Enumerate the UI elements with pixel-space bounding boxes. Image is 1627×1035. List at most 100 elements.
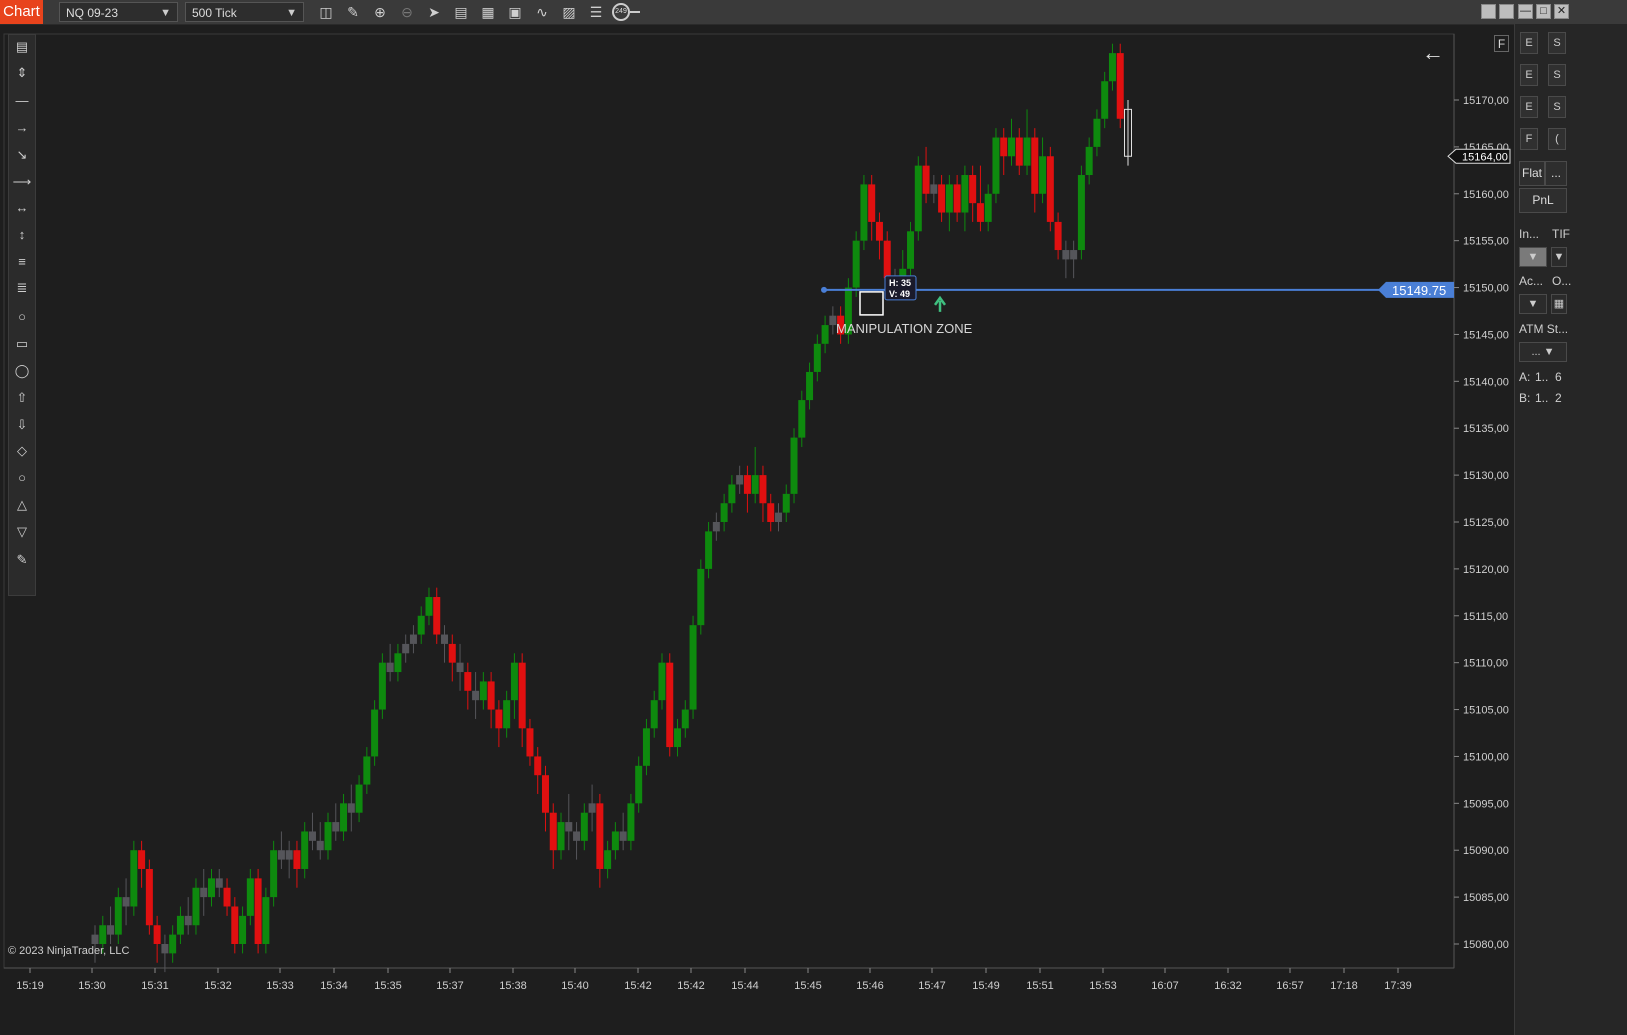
position-more-button[interactable]: ... [1545,161,1567,186]
line-price-label: 15149.75 [1392,283,1446,298]
pointer-icon[interactable]: ➤ [426,4,442,20]
candle-body [192,887,200,926]
candle-body [441,634,449,644]
candle-body [635,765,643,804]
quick-button-7[interactable]: F [1520,128,1538,150]
candle [666,653,674,757]
candle [541,765,549,832]
candle [596,793,604,888]
chart-trader-icon[interactable]: 249 [612,3,630,21]
candle [705,522,713,579]
candle-body [728,484,736,504]
interval-select[interactable]: 500 Tick ▼ [185,2,304,22]
maximize-icon[interactable]: □ [1536,4,1551,19]
back-arrow-icon[interactable]: ← [1422,40,1444,66]
candle-body [681,709,689,729]
candle [262,887,270,954]
candle-body [604,850,612,869]
candle-body [1085,146,1093,176]
candle-body [875,221,883,241]
candle-body [99,925,107,944]
instrument-select[interactable]: NQ 09-23 ▼ [59,2,178,22]
candle [697,559,705,635]
candle-body [883,240,891,279]
x-tick-label: 17:18 [1330,980,1358,992]
candle [223,878,231,916]
quick-button-1[interactable]: E [1520,32,1538,54]
x-tick-label: 15:46 [856,980,884,992]
strategies-icon[interactable]: ▨ [561,4,577,20]
candle-body [930,184,938,194]
pencil-icon[interactable]: ✎ [345,4,361,20]
candle [409,625,417,654]
properties-icon[interactable]: ▣ [507,4,523,20]
template-icon[interactable]: ▦ [480,4,496,20]
window-tile-icon[interactable] [1481,4,1496,19]
candle-body [456,662,464,673]
candle-body [1077,175,1085,251]
candle-body [433,597,441,635]
candle-body [689,625,697,710]
quick-button-6[interactable]: S [1548,96,1566,118]
zoom-out-icon[interactable]: ⊖ [399,4,415,20]
candle [976,165,984,232]
instrument-dropdown[interactable]: ▼ [1519,247,1547,267]
bid-count: 2 [1555,391,1562,405]
tif-dropdown[interactable]: ▼ [1551,247,1567,267]
candle-body [580,812,588,841]
atm-dropdown[interactable]: ... ▼ [1519,342,1567,362]
window-tile2-icon[interactable] [1499,4,1514,19]
x-tick-label: 15:44 [731,980,759,992]
candle [611,822,619,860]
candle-body [557,822,565,851]
zoom-in-icon[interactable]: ⊕ [372,4,388,20]
quick-button-4[interactable]: S [1548,64,1566,86]
calculator-icon[interactable]: ▦ [1551,294,1567,314]
indicators-icon[interactable]: ∿ [534,4,550,20]
minimize-icon[interactable]: — [1518,4,1533,19]
price-chart[interactable]: 15170,0015165,0015160,0015155,0015150,00… [0,24,1514,1035]
x-tick-label: 15:53 [1089,980,1117,992]
measure-box[interactable] [859,291,884,316]
candle-body [984,193,992,222]
candle-body [712,522,720,532]
candle [1039,137,1047,204]
quick-button-3[interactable]: E [1520,64,1538,86]
candle-body [922,165,930,194]
quick-button-2[interactable]: S [1548,32,1566,54]
account-dropdown[interactable]: ▼ [1519,294,1547,314]
f-button[interactable]: F [1494,35,1509,52]
candle-body [285,850,293,860]
candle-body [184,915,192,926]
candle [231,897,239,954]
candle-body [138,850,146,869]
data-box-icon[interactable]: ▤ [453,4,469,20]
candle [674,718,682,757]
candle [689,615,697,719]
candle [743,465,751,513]
close-icon[interactable]: ✕ [1554,4,1569,19]
arrow-up-marker[interactable] [933,295,947,312]
candle [604,840,612,879]
quick-button-5[interactable]: E [1520,96,1538,118]
x-tick-label: 15:35 [374,980,402,992]
y-tick-label: 15145,00 [1463,329,1509,341]
candle [347,784,355,832]
line-anchor-dot[interactable] [821,286,827,293]
candle [751,446,759,504]
chart-tab[interactable]: Chart [0,0,43,24]
candle [308,812,316,851]
candle-body [1039,156,1047,194]
candle-body [736,475,744,485]
manipulation-zone-label[interactable]: MANIPULATION ZONE [836,321,973,336]
candle-body [759,475,767,504]
y-tick-label: 15170,00 [1463,95,1509,107]
candle [580,803,588,851]
candle [192,878,200,935]
candle [821,315,829,354]
candle [1124,100,1132,166]
candle-body [510,662,518,701]
quick-button-8[interactable]: ( [1548,128,1566,150]
list-icon[interactable]: ☰ [588,4,604,20]
bars-icon[interactable]: ◫ [318,4,334,20]
